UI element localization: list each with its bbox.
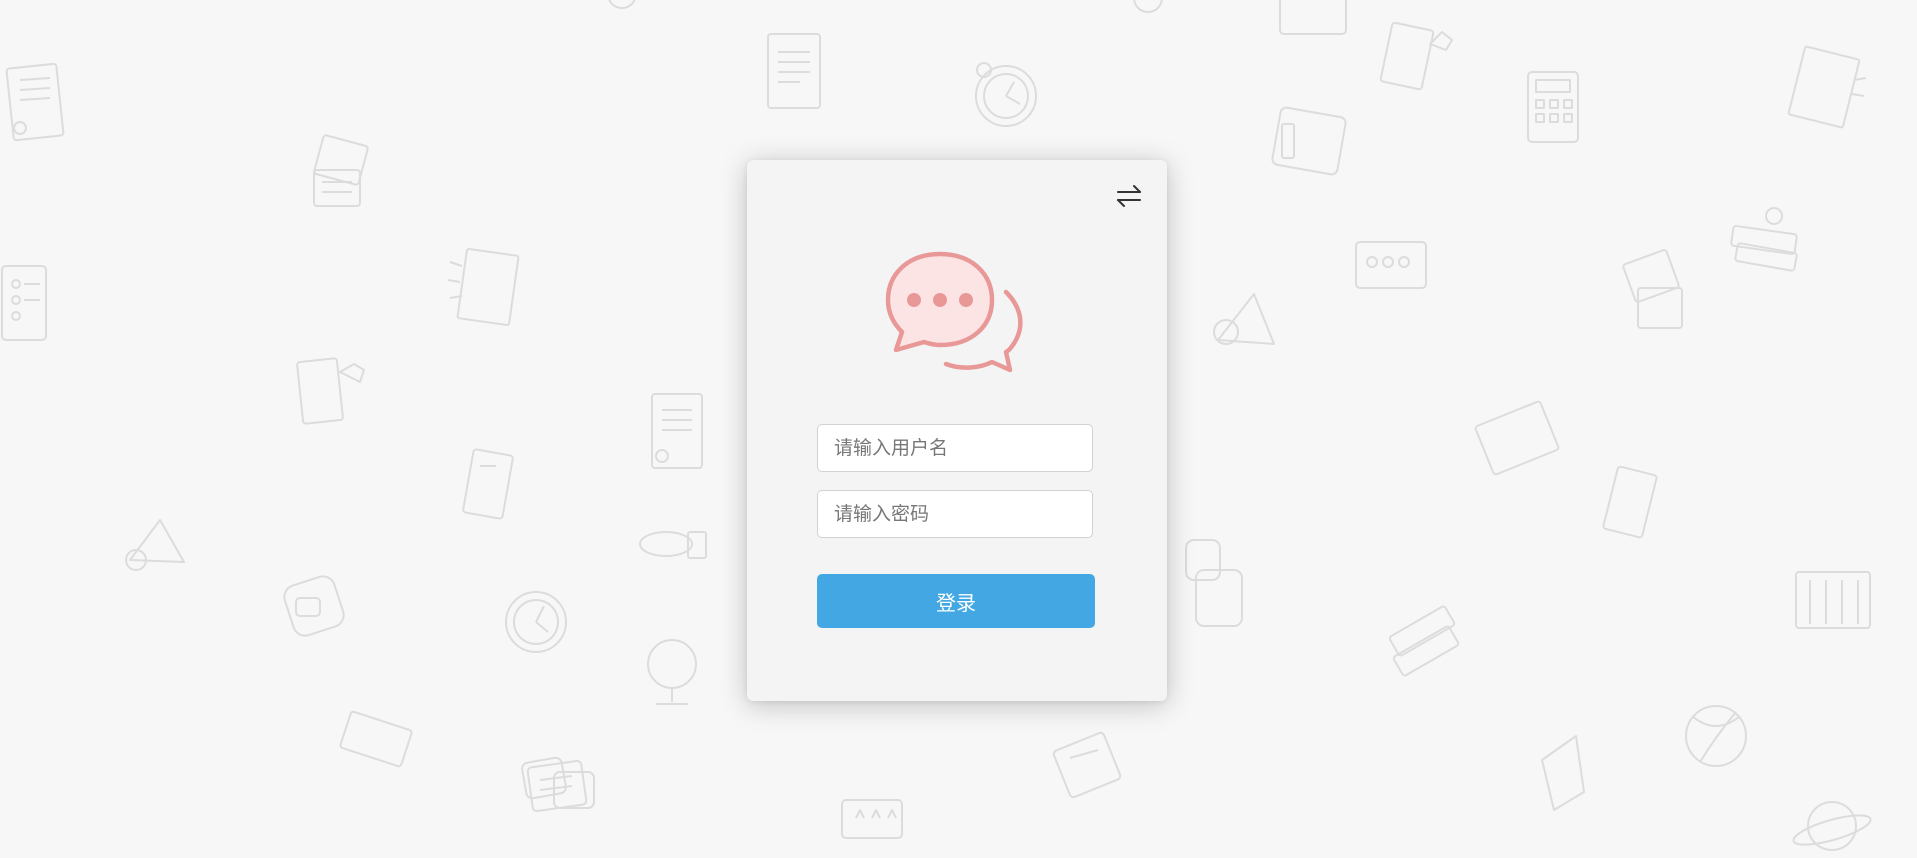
abacus-doodle: [1355, 241, 1427, 289]
abacus-doodle: [1, 265, 47, 341]
formula-board-doodle: [447, 247, 520, 327]
book-doodle: [339, 710, 413, 768]
rating-card-doodle: [841, 799, 903, 839]
certificate-doodle: [5, 62, 65, 142]
book-doodle: [1602, 465, 1658, 539]
star-card-doodle: [1379, 21, 1453, 91]
star-card-doodle: [296, 357, 365, 425]
stamp-doodle: [639, 531, 707, 559]
switch-arrows-icon: [1117, 185, 1141, 207]
calculator-doodle: [1527, 71, 1579, 143]
paper-doodle: [1052, 731, 1122, 799]
phone-doodle: [1271, 106, 1347, 176]
alarm-clock-doodle: [975, 62, 1037, 127]
login-card: 登录: [747, 160, 1167, 701]
graduation-cap-doodle: [1541, 735, 1585, 811]
triangle-doodle: [1213, 293, 1275, 345]
backpack-doodle: [283, 575, 345, 637]
chat-doodle: [521, 756, 595, 809]
password-input[interactable]: [817, 490, 1093, 538]
ball-doodle: [1685, 705, 1747, 767]
formula-board-doodle: [1787, 45, 1867, 129]
scroll-doodle: [767, 33, 821, 109]
chat-doodle: [1185, 539, 1243, 627]
book-doodle: [462, 448, 514, 520]
login-button[interactable]: 登录: [817, 574, 1095, 628]
partial-doodle: [608, 0, 1347, 35]
cards-doodle: [313, 134, 369, 207]
globe-doodle: [647, 639, 697, 705]
books-pile-doodle: [1388, 605, 1460, 677]
letter-doodle: [526, 759, 588, 813]
switch-login-mode-button[interactable]: [1113, 180, 1145, 212]
document-doodle: [651, 393, 703, 469]
triangle-doodle: [125, 519, 185, 571]
planet-doodle: [1792, 801, 1872, 851]
chat-bubbles-icon: [885, 251, 1023, 373]
cards-doodle: [1622, 249, 1683, 329]
alarm-clock-doodle: [505, 591, 567, 653]
bookshelf-doodle: [1795, 571, 1871, 629]
username-input[interactable]: [817, 424, 1093, 472]
diploma-doodle: [1474, 400, 1560, 476]
books-stack-doodle: [1730, 207, 1798, 272]
